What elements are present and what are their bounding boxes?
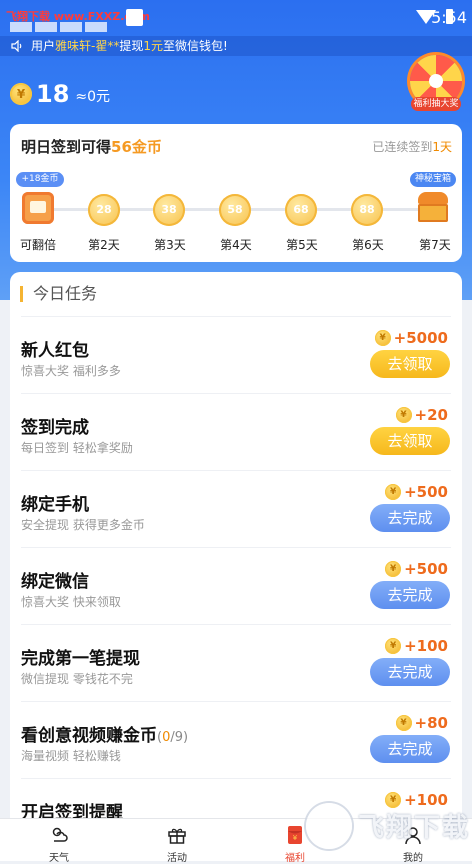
- day-4-label: 第4天: [220, 238, 252, 252]
- task-name: 完成第一笔提现: [21, 649, 140, 669]
- day-1-label: 可翻倍: [19, 238, 56, 252]
- day-4-coin: 58: [219, 194, 253, 228]
- day1-reward-bubble: +18金币: [16, 172, 64, 187]
- daily-tasks-panel: 今日任务 新人红包 惊喜大奖 福利多多 ¥ +5000 去领取 签到完成 每日签到…: [10, 272, 462, 832]
- sign-in-card: 明日签到可得56金币 已连续签到1天 +18金币 神秘宝箱 28 38 58 6…: [10, 124, 462, 262]
- withdraw-notice-banner: 用户雅味轩-翟**提现1元至微信钱包!: [0, 36, 472, 56]
- lucky-wheel-label[interactable]: 福利抽大奖: [411, 97, 461, 111]
- svg-text:¥: ¥: [293, 834, 298, 842]
- claim-button[interactable]: 去领取: [370, 350, 450, 378]
- day-5-coin: 68: [285, 194, 319, 228]
- task-description: 惊喜大奖 福利多多: [21, 364, 121, 378]
- task-reward: ¥ +100: [385, 637, 448, 655]
- task-description: 海量视频 轻松赚钱: [21, 749, 121, 763]
- watermark-logo-icon: [306, 803, 352, 849]
- notification-icons: [10, 22, 107, 32]
- status-bar: 飞翔下载 www.FXXZ.com 5:54: [0, 0, 472, 36]
- day-6-label: 第6天: [352, 238, 384, 252]
- gold-coin-icon: ¥: [395, 715, 412, 731]
- task-name: 绑定手机: [21, 495, 89, 515]
- day-2-label: 第2天: [88, 238, 120, 252]
- task-name: 签到完成: [21, 418, 89, 438]
- gold-coin-icon: ¥: [385, 561, 402, 577]
- task-reward: ¥ +500: [385, 483, 448, 501]
- sign-in-streak: 已连续签到1天: [372, 140, 452, 154]
- sign-in-title: 明日签到可得56金币: [21, 138, 162, 156]
- task-reward: ¥ +80: [395, 714, 448, 732]
- task-item: 看创意视频赚金币(0/9) 海量视频 轻松赚钱 ¥ +80 去完成: [10, 701, 462, 777]
- task-reward: ¥ +500: [385, 560, 448, 578]
- tasks-header: 今日任务: [20, 286, 97, 302]
- task-item: 签到完成 每日签到 轻松拿奖励 ¥ +20 去领取: [10, 393, 462, 469]
- task-name: 新人红包: [21, 341, 89, 361]
- day-3-coin: 38: [153, 194, 187, 228]
- gift-icon: [168, 828, 186, 844]
- task-item: 完成第一笔提现 微信提现 零钱花不完 ¥ +100 去完成: [10, 624, 462, 700]
- task-item: 绑定微信 惊喜大奖 快来领取 ¥ +500 去完成: [10, 547, 462, 623]
- speaker-icon: [11, 40, 22, 52]
- day-6-coin: 88: [351, 194, 385, 228]
- day-3-label: 第3天: [154, 238, 186, 252]
- task-name: 看创意视频赚金币(0/9): [21, 726, 189, 746]
- tab-activity[interactable]: 活动: [118, 819, 236, 864]
- cash-equivalent: ≈0元: [75, 89, 111, 105]
- weather-icon: [52, 827, 68, 842]
- task-item: 绑定手机 安全提现 获得更多金币 ¥ +500 去完成: [10, 470, 462, 546]
- complete-button[interactable]: 去完成: [370, 658, 450, 686]
- day-5-label: 第5天: [286, 238, 318, 252]
- day-2-coin: 28: [88, 194, 122, 228]
- claim-button[interactable]: 去领取: [370, 427, 450, 455]
- day-7-label: 第7天: [419, 238, 451, 252]
- coin-balance[interactable]: ¥ 18 ≈0元: [10, 80, 110, 108]
- double-reward-icon[interactable]: [22, 192, 54, 224]
- complete-button[interactable]: 去完成: [370, 735, 450, 763]
- treasure-chest-icon[interactable]: [416, 192, 450, 224]
- gold-coin-icon: ¥: [395, 407, 412, 423]
- overlay-watermark: 飞翔下载: [302, 797, 472, 857]
- complete-button[interactable]: 去完成: [370, 504, 450, 532]
- task-description: 安全提现 获得更多金币: [21, 518, 145, 532]
- task-description: 每日签到 轻松拿奖励: [21, 441, 133, 455]
- notice-text: 用户雅味轩-翟**提现1元至微信钱包!: [31, 39, 228, 53]
- task-progress: (0/9): [157, 730, 189, 745]
- task-reward: ¥ +5000: [374, 329, 448, 347]
- coin-amount: 18: [36, 80, 70, 108]
- task-reward: ¥ +20: [395, 406, 448, 424]
- gold-coin-icon: ¥: [385, 484, 402, 500]
- gold-coin-icon: ¥: [374, 330, 391, 346]
- gold-coin-icon: ¥: [10, 83, 32, 105]
- tab-weather[interactable]: 天气: [0, 819, 118, 864]
- task-description: 微信提现 零钱花不完: [21, 672, 133, 686]
- complete-button[interactable]: 去完成: [370, 581, 450, 609]
- clock: 5:54: [431, 8, 467, 27]
- task-name: 绑定微信: [21, 572, 89, 592]
- task-description: 惊喜大奖 快来领取: [21, 595, 121, 609]
- task-item: 新人红包 惊喜大奖 福利多多 ¥ +5000 去领取: [10, 316, 462, 392]
- mystery-box-bubble: 神秘宝箱: [410, 172, 456, 187]
- app-notification-icon: [126, 9, 143, 26]
- gold-coin-icon: ¥: [385, 638, 402, 654]
